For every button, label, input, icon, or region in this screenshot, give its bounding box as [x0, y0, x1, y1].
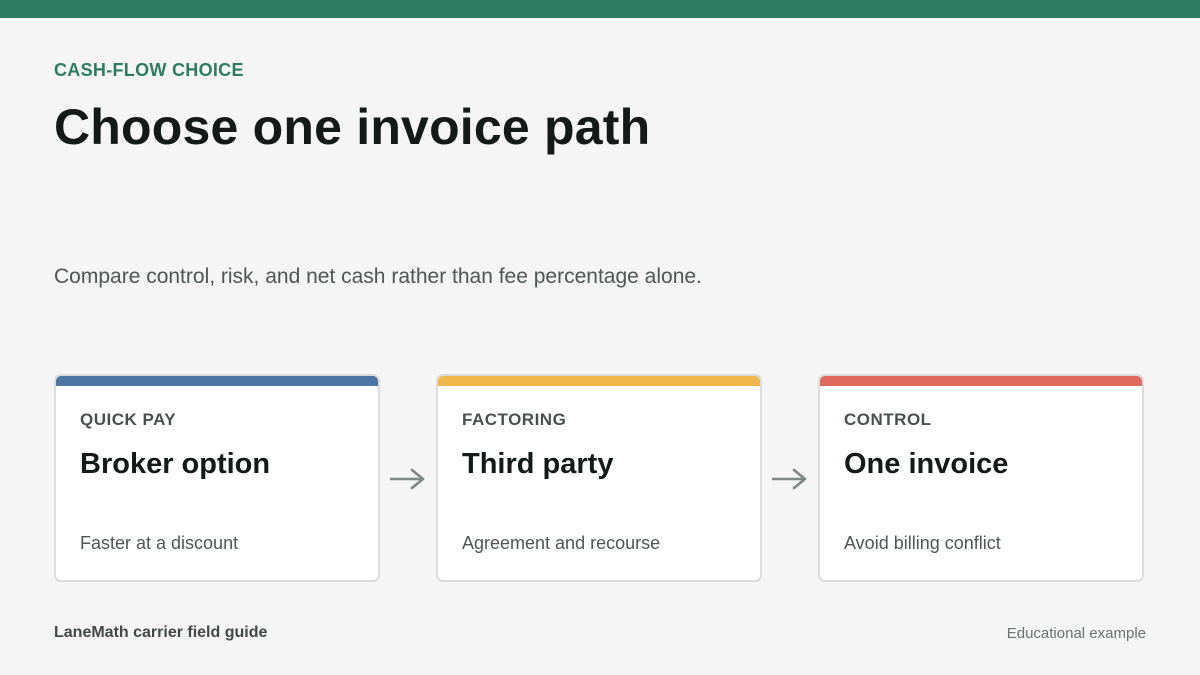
footer-brand: LaneMath carrier field guide: [54, 624, 268, 641]
card-factoring: FACTORING Third party Agreement and reco…: [436, 374, 762, 582]
card-description: Agreement and recourse: [462, 533, 661, 553]
card-heading: Third party: [462, 448, 614, 480]
card-accent-bar: [438, 376, 760, 386]
card-kicker: FACTORING: [462, 410, 567, 429]
card-accent-bar: [820, 376, 1142, 386]
footer-note: Educational example: [1006, 625, 1146, 642]
card-heading: One invoice: [844, 448, 1009, 480]
card-description: Avoid billing conflict: [844, 533, 1001, 553]
arrow-right-icon: [390, 468, 425, 490]
card-control: CONTROL One invoice Avoid billing confli…: [818, 374, 1144, 582]
top-accent-bar: [0, 0, 1200, 18]
card-accent-bar: [56, 376, 378, 386]
page-title: Choose one invoice path: [54, 99, 651, 155]
arrow-right-icon: [772, 468, 807, 490]
card-quick-pay: QUICK PAY Broker option Faster at a disc…: [54, 374, 380, 582]
card-heading: Broker option: [80, 448, 271, 480]
card-kicker: QUICK PAY: [80, 410, 177, 429]
page-subtitle: Compare control, risk, and net cash rath…: [54, 265, 702, 288]
card-kicker: CONTROL: [844, 410, 932, 429]
card-description: Faster at a discount: [80, 533, 239, 553]
eyebrow-label: CASH-FLOW CHOICE: [54, 60, 244, 80]
